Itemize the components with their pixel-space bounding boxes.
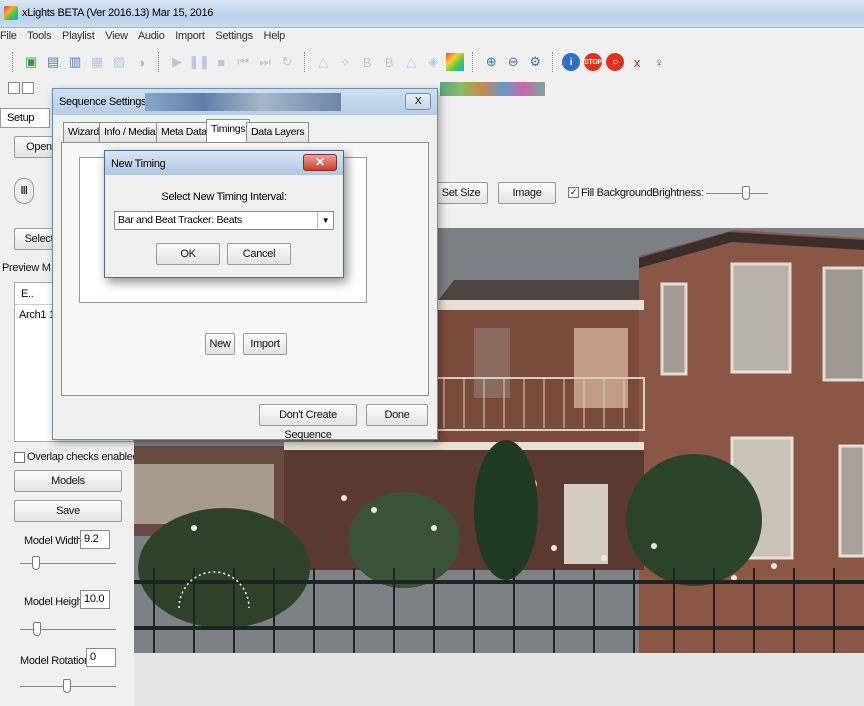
pause-icon[interactable]: ❚❚	[188, 53, 209, 71]
effect-a-icon[interactable]: △	[314, 53, 332, 71]
first-frame-icon[interactable]: ⏮	[234, 53, 252, 71]
effect-f-icon[interactable]: ◈	[424, 53, 442, 71]
done-button[interactable]: Done	[366, 404, 428, 426]
preview-models-label: Preview M	[2, 262, 51, 274]
toolbar-separator	[472, 52, 474, 72]
open-file-icon[interactable]: ▤	[44, 53, 62, 71]
info-icon[interactable]: i	[562, 53, 580, 71]
preview-footer	[134, 653, 864, 706]
effects-palette-strip[interactable]	[440, 82, 545, 96]
play-toggle-icon[interactable]: Ⅲ	[14, 178, 34, 204]
model-height-label: Model Height	[24, 596, 86, 608]
stop-icon[interactable]: ■	[212, 53, 230, 71]
sequence-settings-title: Sequence Settings	[59, 96, 147, 108]
blurred-background-strip	[145, 93, 341, 111]
brightness-label: Brightness:	[652, 187, 704, 199]
model-rotation-label: Model Rotation	[20, 655, 90, 667]
timing-interval-value: Bar and Beat Tracker: Beats	[118, 214, 242, 226]
fill-background-label: Fill Background	[581, 187, 653, 199]
chevron-down-icon[interactable]: ▼	[317, 212, 333, 229]
menu-import[interactable]: Import	[175, 30, 205, 42]
cancel-button[interactable]: Cancel	[227, 243, 291, 265]
new-timing-title: New Timing	[111, 158, 166, 170]
effect-c-icon[interactable]: B	[358, 53, 376, 71]
model-list-item[interactable]: Arch1 1	[19, 309, 55, 321]
tab-setup[interactable]: Setup	[0, 108, 50, 128]
brightness-slider[interactable]	[742, 186, 750, 200]
timing-interval-prompt: Select New Timing Interval:	[161, 191, 287, 203]
tab-wizard[interactable]: Wizard	[63, 122, 104, 142]
secondary-toolbar	[8, 82, 34, 96]
new-timing-dialog: New Timing ✕ Select New Timing Interval:…	[104, 150, 344, 278]
replay-icon[interactable]: ↻	[278, 53, 296, 71]
overlap-checks-label: Overlap checks enabled	[27, 451, 139, 463]
stop-sign-icon[interactable]: STOP	[584, 53, 602, 71]
menu-audio[interactable]: Audio	[138, 30, 165, 42]
window-titlebar: xLights BETA (Ver 2016.13) Mar 15, 2016	[0, 0, 864, 28]
menu-file[interactable]: File	[0, 30, 17, 42]
zoom-in-icon[interactable]: ⊕	[482, 53, 500, 71]
tab-info-media[interactable]: Info / Media	[99, 122, 161, 142]
new-timing-button[interactable]: New	[205, 333, 235, 355]
help-bulb-icon[interactable]: ♀	[650, 53, 668, 71]
settings-gear-icon[interactable]: ⚙	[526, 53, 544, 71]
set-size-button[interactable]: Set Size	[434, 182, 488, 204]
brightness-slider-track	[706, 193, 768, 194]
new-sequence-icon[interactable]: ▣	[22, 53, 40, 71]
palette-icon[interactable]	[446, 53, 464, 71]
window-title: xLights BETA (Ver 2016.13) Mar 15, 2016	[22, 7, 214, 19]
model-rotation-slider[interactable]	[63, 679, 71, 693]
render-icon[interactable]: ◑	[132, 53, 150, 71]
model-height-slider[interactable]	[33, 622, 41, 636]
toggle-icon[interactable]: x	[628, 53, 646, 71]
model-width-slider[interactable]	[32, 556, 40, 570]
toolbar-separator	[552, 52, 554, 72]
ok-button[interactable]: OK	[156, 243, 220, 265]
toolbar-grip	[12, 52, 14, 72]
effect-d-icon[interactable]: B	[380, 53, 398, 71]
effect-e-icon[interactable]: △	[402, 53, 420, 71]
menu-settings[interactable]: Settings	[215, 30, 253, 42]
save-button[interactable]: Save	[14, 500, 122, 522]
main-toolbar: ▣ ▤ ▥ ▦ ▧ ◑ ▶ ❚❚ ■ ⏮ ⏭ ↻ △ ⟡ B B △ ◈ ⊕ ⊖…	[8, 50, 668, 74]
effect-b-icon[interactable]: ⟡	[336, 53, 354, 71]
xlights-logo-icon	[4, 6, 18, 20]
tab-data-layers[interactable]: Data Layers	[246, 122, 310, 142]
save-as-icon[interactable]: ▦	[88, 53, 106, 71]
new-timing-titlebar: New Timing ✕	[105, 151, 343, 175]
swatch-white-icon[interactable]	[22, 82, 34, 94]
zoom-out-icon[interactable]: ⊖	[504, 53, 522, 71]
toolbar-separator	[158, 52, 160, 72]
model-width-label: Model Width	[24, 535, 82, 547]
import-timing-button[interactable]: Import	[243, 333, 287, 355]
menu-bar: File Tools Playlist View Audio Import Se…	[0, 30, 864, 46]
model-rotation-field[interactable]: 0	[86, 648, 116, 667]
tab-timings[interactable]: Timings	[206, 119, 251, 143]
last-frame-icon[interactable]: ⏭	[256, 53, 274, 71]
save-all-icon[interactable]: ▧	[110, 53, 128, 71]
save-icon[interactable]: ▥	[66, 53, 84, 71]
timing-interval-select[interactable]: Bar and Beat Tracker: Beats ▼	[114, 211, 334, 230]
menu-help[interactable]: Help	[264, 30, 286, 42]
menu-tools[interactable]: Tools	[27, 30, 51, 42]
tab-meta-data[interactable]: Meta Data	[156, 122, 212, 142]
record-icon[interactable]: ○	[606, 53, 624, 71]
play-icon[interactable]: ▶	[168, 53, 186, 71]
menu-playlist[interactable]: Playlist	[62, 30, 95, 42]
overlap-checkbox[interactable]	[14, 452, 25, 463]
fill-background-checkbox[interactable]: ✓	[568, 187, 579, 198]
close-icon[interactable]: ✕	[303, 154, 337, 171]
model-width-field[interactable]: 9.2	[80, 530, 110, 549]
models-button[interactable]: Models	[14, 470, 122, 492]
image-button[interactable]: Image	[498, 182, 556, 204]
toolbar-separator	[304, 52, 306, 72]
sequence-settings-titlebar: Sequence Settings X	[53, 89, 437, 115]
swatch-white-icon[interactable]	[8, 82, 20, 94]
model-height-field[interactable]: 10.0	[80, 590, 110, 609]
menu-view[interactable]: View	[105, 30, 128, 42]
sequence-close-button[interactable]: X	[405, 93, 431, 110]
dont-create-sequence-button[interactable]: Don't Create Sequence	[259, 404, 357, 441]
